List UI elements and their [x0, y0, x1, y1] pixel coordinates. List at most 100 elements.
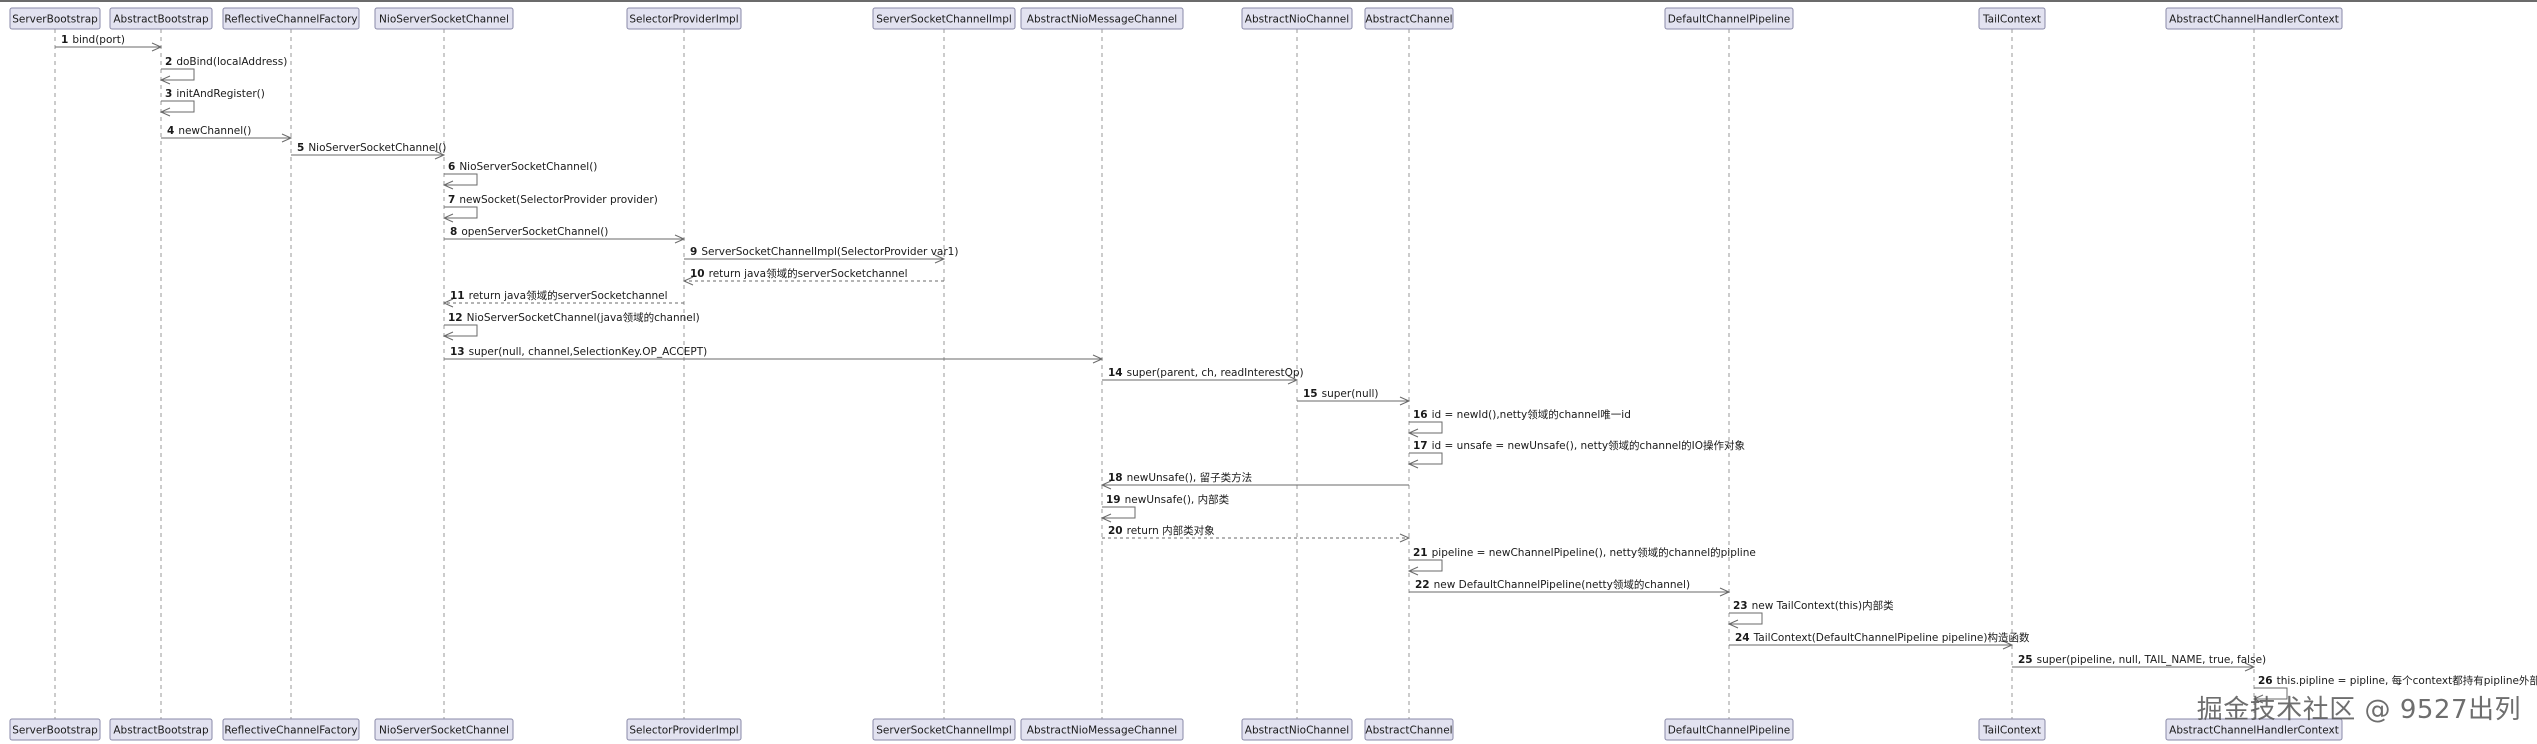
message-number: 24: [1735, 632, 1750, 644]
message-text: newUnsafe(), 内部类: [1125, 493, 1230, 506]
message-text: ServerSocketChannelImpl(SelectorProvider…: [701, 246, 958, 258]
message-label: 17 id = unsafe = newUnsafe(), netty领域的cha…: [1413, 439, 1745, 452]
message-label: 6 NioServerSocketChannel(): [448, 161, 597, 173]
message-text: super(null): [1322, 388, 1379, 400]
message-label: 4 newChannel(): [167, 125, 251, 137]
message-label: 21 pipeline = newChannelPipeline(), netty…: [1413, 546, 1756, 559]
message-number: 7: [448, 194, 455, 206]
message-label: 3 initAndRegister(): [165, 88, 265, 100]
participant-box: AbstractChannel: [1364, 7, 1454, 30]
message-number: 12: [448, 312, 463, 324]
message-number: 6: [448, 161, 455, 173]
message-text: openServerSocketChannel(): [461, 226, 608, 238]
participant-label: AbstractNioMessageChannel: [1027, 14, 1177, 26]
participant-box: AbstractBootstrap: [109, 718, 213, 741]
watermark: 掘金技术社区 @ 9527出列: [2196, 695, 2521, 725]
participant-box: DefaultChannelPipeline: [1664, 7, 1794, 30]
message-text: newChannel(): [178, 125, 251, 137]
sequence-diagram: 1 bind(port) 2 doBind(localAddress) 3 initAnd…: [0, 0, 2537, 744]
message-number: 8: [450, 226, 457, 238]
message-number: 10: [690, 268, 705, 280]
message-text: newSocket(SelectorProvider provider): [459, 194, 658, 206]
participant-box: AbstractNioMessageChannel: [1020, 718, 1184, 741]
message-text: NioServerSocketChannel(): [459, 161, 597, 173]
message-number: 16: [1413, 409, 1428, 421]
message-label: 19 newUnsafe(), 内部类: [1106, 493, 1230, 506]
participant-label: ReflectiveChannelFactory: [224, 14, 357, 26]
message-number: 13: [450, 346, 465, 358]
message-number: 4: [167, 125, 174, 137]
participant-box: ServerBootstrap: [9, 7, 101, 30]
participant-label: ServerSocketChannelImpl: [876, 14, 1012, 26]
participant-label: SelectorProviderImpl: [629, 725, 738, 737]
participant-label: AbstractChannelHandlerContext: [2169, 14, 2339, 26]
participant-label: TailContext: [1982, 14, 2041, 26]
participant-box: AbstractChannelHandlerContext: [2165, 7, 2343, 30]
message-label: 18 newUnsafe(), 留子类方法: [1108, 471, 1252, 484]
message-number: 3: [165, 88, 172, 100]
message-text: TailContext(DefaultChannelPipeline pipel…: [1753, 631, 2030, 644]
message-number: 21: [1413, 547, 1428, 559]
message-number: 25: [2018, 654, 2033, 666]
message-number: 17: [1413, 440, 1428, 452]
message-number: 2: [165, 56, 172, 68]
message-label: 5 NioServerSocketChannel(): [297, 142, 446, 154]
message-label: 2 doBind(localAddress): [165, 56, 287, 68]
participant-box: ServerSocketChannelImpl: [872, 7, 1016, 30]
message-number: 26: [2258, 675, 2273, 687]
message-label: 7 newSocket(SelectorProvider provider): [448, 194, 658, 206]
message-label: 10 return java领域的serverSocketchannel: [690, 267, 908, 280]
participant-label: SelectorProviderImpl: [629, 14, 738, 26]
participant-box: ReflectiveChannelFactory: [222, 718, 360, 741]
message-label: 12 NioServerSocketChannel(java领域的channel): [448, 311, 700, 324]
message-text: super(parent, ch, readInterestOp): [1127, 367, 1304, 379]
message-text: return java领域的serverSocketchannel: [709, 267, 908, 280]
message-number: 20: [1108, 525, 1123, 537]
message-number: 14: [1108, 367, 1123, 379]
message-number: 23: [1733, 600, 1748, 612]
message-number: 11: [450, 290, 465, 302]
participant-box: ReflectiveChannelFactory: [222, 7, 360, 30]
participant-label: ServerBootstrap: [12, 725, 98, 737]
message-text: return java领域的serverSocketchannel: [469, 289, 668, 302]
message-text: NioServerSocketChannel(java领域的channel): [467, 311, 700, 324]
participant-label: AbstractBootstrap: [113, 14, 209, 26]
message-label: 16 id = newId(),netty领域的channel唯一id: [1413, 408, 1631, 421]
message-text: id = newId(),netty领域的channel唯一id: [1432, 408, 1631, 421]
message-text: super(pipeline, null, TAIL_NAME, true, f…: [2037, 654, 2267, 666]
message-number: 9: [690, 246, 697, 258]
participant-box: ServerBootstrap: [9, 718, 101, 741]
message-number: 1: [61, 34, 68, 46]
participant-label: AbstractNioMessageChannel: [1027, 725, 1177, 737]
participant-label: ServerBootstrap: [12, 14, 98, 26]
message-text: pipeline = newChannelPipeline(), netty领域…: [1432, 546, 1756, 559]
message-number: 19: [1106, 494, 1121, 506]
participant-box: AbstractBootstrap: [109, 7, 213, 30]
participant-box: TailContext: [1978, 7, 2046, 30]
participant-label: ReflectiveChannelFactory: [224, 725, 357, 737]
message-text: new TailContext(this)内部类: [1752, 599, 1894, 612]
participant-label: AbstractChannelHandlerContext: [2169, 725, 2339, 737]
message-text: NioServerSocketChannel(): [308, 142, 446, 154]
participant-label: AbstractNioChannel: [1245, 725, 1349, 737]
message-label: 14 super(parent, ch, readInterestOp): [1108, 367, 1304, 379]
message-label: 13 super(null, channel,SelectionKey.OP_AC…: [450, 346, 707, 358]
participant-label: DefaultChannelPipeline: [1668, 725, 1791, 737]
message-label: 8 openServerSocketChannel(): [450, 226, 608, 238]
message-label: 22 new DefaultChannelPipeline(netty领域的cha…: [1415, 578, 1690, 591]
participant-label: NioServerSocketChannel: [379, 14, 509, 26]
participant-box: NioServerSocketChannel: [374, 7, 514, 30]
message-text: bind(port): [72, 34, 125, 46]
participant-box: SelectorProviderImpl: [626, 7, 742, 30]
message-label: 24 TailContext(DefaultChannelPipeline pip…: [1735, 631, 2030, 644]
message-label: 23 new TailContext(this)内部类: [1733, 599, 1894, 612]
participant-box: ServerSocketChannelImpl: [872, 718, 1016, 741]
message-text: new DefaultChannelPipeline(netty领域的chann…: [1434, 578, 1690, 591]
participant-label: DefaultChannelPipeline: [1668, 14, 1791, 26]
participant-label: NioServerSocketChannel: [379, 725, 509, 737]
message-label: 11 return java领域的serverSocketchannel: [450, 289, 668, 302]
participant-label: AbstractChannel: [1365, 14, 1452, 26]
participant-label: ServerSocketChannelImpl: [876, 725, 1012, 737]
participant-label: AbstractNioChannel: [1245, 14, 1349, 26]
message-text: return 内部类对象: [1127, 524, 1215, 537]
